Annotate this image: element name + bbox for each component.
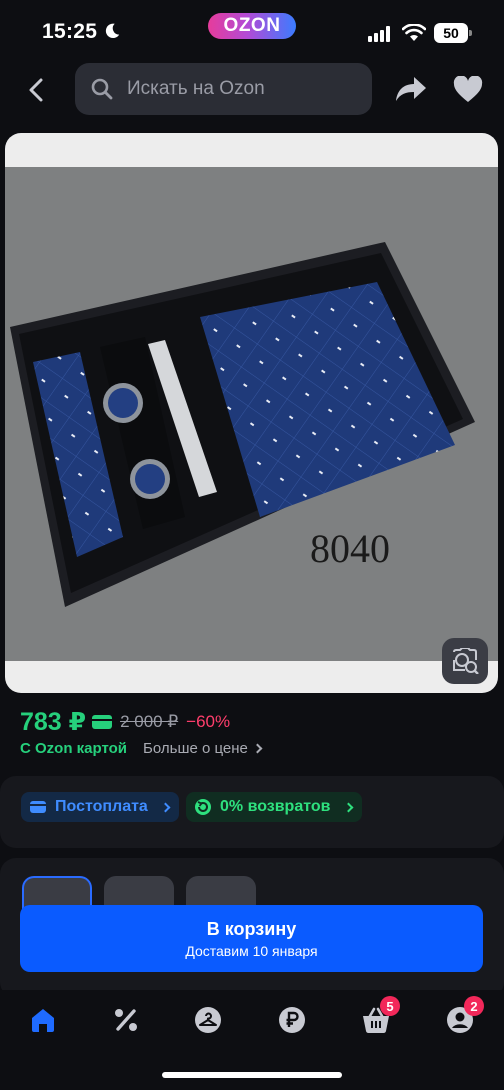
return-icon [195, 799, 211, 815]
image-search-icon [453, 648, 479, 674]
more-about-price-label: Больше о цене [143, 740, 248, 757]
postpay-label: Постоплата [55, 798, 148, 815]
signal-icon [368, 26, 390, 42]
ruble-icon [279, 1007, 305, 1033]
returns-badge[interactable]: 0% возвратов [186, 792, 362, 822]
image-search-button[interactable] [442, 638, 488, 684]
search-icon [91, 78, 113, 100]
ozon-card-icon [92, 715, 113, 729]
chevron-right-icon [252, 743, 263, 754]
nav-discounts[interactable] [106, 1000, 146, 1040]
more-about-price-link[interactable]: Больше о цене [143, 740, 263, 757]
nav-profile[interactable]: 2 [440, 996, 484, 1040]
price-row: 783 ₽ 2 000 ₽ −60% [20, 706, 230, 738]
share-icon[interactable] [394, 74, 428, 104]
chevron-right-icon [343, 802, 354, 812]
home-icon [32, 1009, 54, 1032]
discount-percent: −60% [186, 712, 231, 731]
product-photo[interactable]: 8040 [5, 167, 498, 661]
status-bar: 15:25 OZON 50 [0, 0, 504, 64]
add-to-cart-button[interactable]: В корзину Доставим 10 января [20, 905, 483, 972]
postpay-badge[interactable]: Постоплата [21, 792, 179, 822]
back-button[interactable] [18, 70, 54, 110]
add-to-cart-label: В корзину [206, 918, 297, 939]
chevron-right-icon [160, 802, 171, 812]
search-bar[interactable] [75, 63, 372, 115]
service-badges-block: Постоплата 0% возвратов [0, 776, 504, 848]
battery-icon: 50 [434, 23, 472, 43]
price-details-row: С Ozon картой Больше о цене [20, 740, 263, 757]
battery-level: 50 [443, 25, 459, 41]
delivery-date-label: Доставим 10 января [185, 942, 318, 959]
cart-count-badge: 5 [380, 996, 400, 1016]
returns-label: 0% возвратов [220, 798, 331, 815]
brand-label: OZON [223, 15, 281, 36]
nav-fashion[interactable] [188, 1000, 228, 1040]
search-input[interactable] [127, 78, 347, 100]
ozon-card-note: С Ozon картой [20, 740, 128, 757]
percent-icon [115, 1009, 137, 1031]
hanger-icon [195, 1007, 221, 1033]
ozon-logo-pill: OZON [208, 13, 296, 39]
product-photo-number: 8040 [310, 526, 390, 571]
status-time: 15:25 [42, 20, 98, 43]
moon-icon [105, 23, 120, 39]
current-price: 783 ₽ [20, 708, 87, 736]
wifi-icon [402, 24, 426, 41]
product-image-card[interactable]: 8040 [5, 133, 498, 693]
wallet-icon [30, 801, 46, 813]
nav-cart[interactable]: 5 [356, 996, 400, 1040]
nav-finance[interactable] [272, 1000, 312, 1040]
nav-home[interactable] [23, 1000, 63, 1040]
old-price: 2 000 ₽ [120, 712, 179, 731]
profile-count-badge: 2 [464, 996, 484, 1016]
home-indicator[interactable] [162, 1072, 342, 1078]
back-arrow-icon [29, 78, 43, 102]
heart-icon[interactable] [453, 76, 483, 104]
